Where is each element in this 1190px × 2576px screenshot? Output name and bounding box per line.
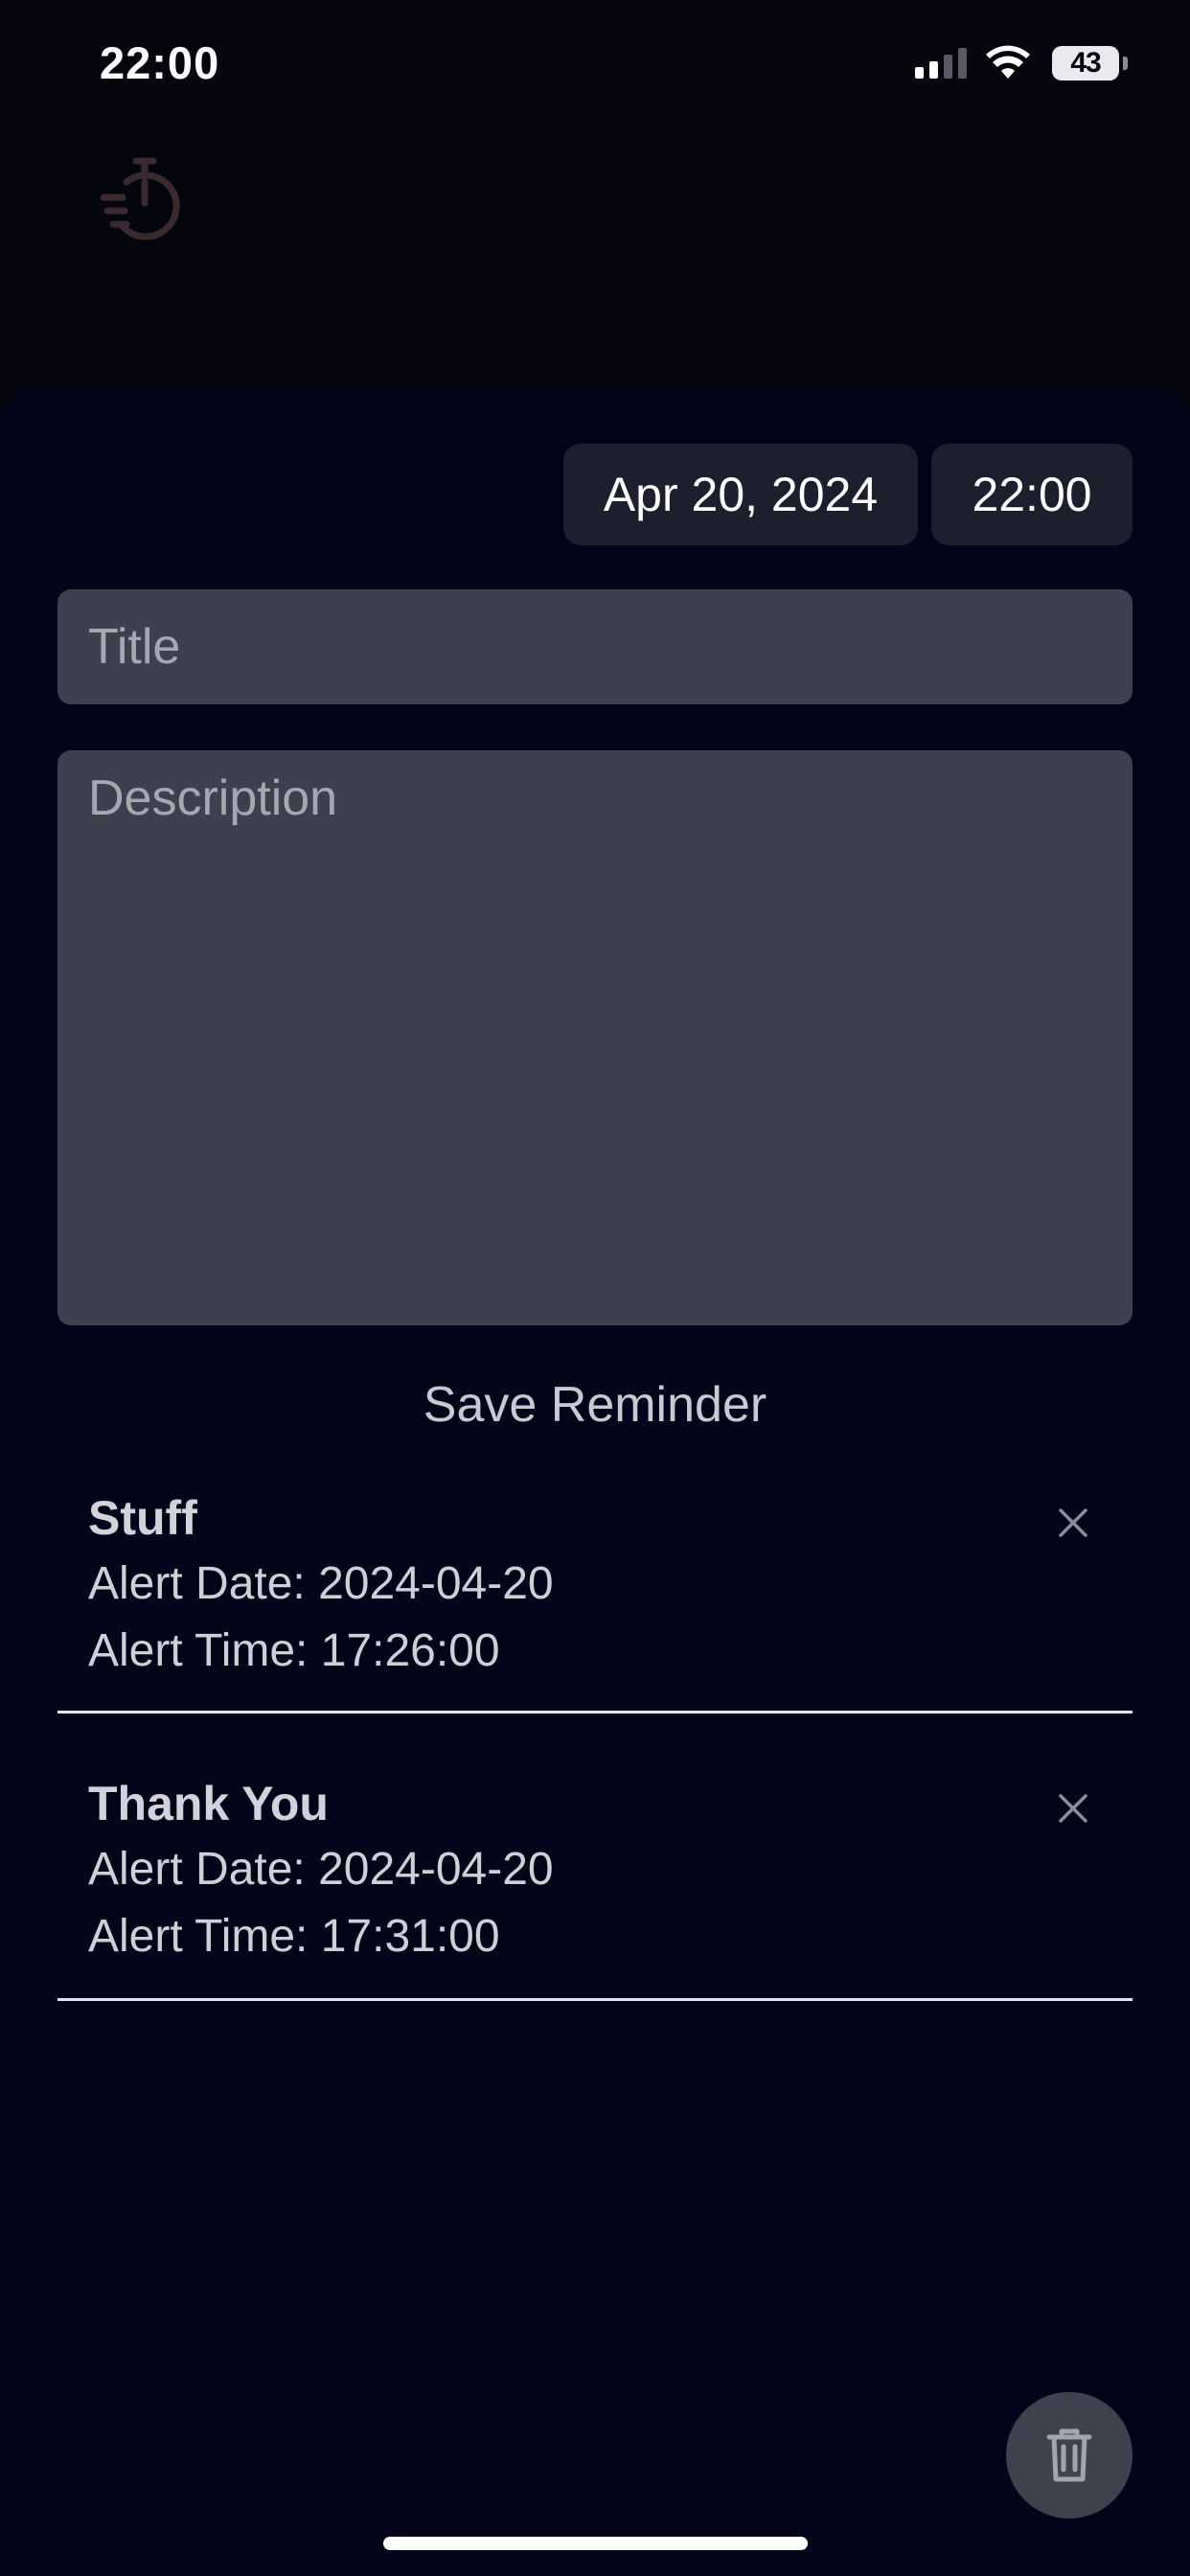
reminder-alert-date: Alert Date: 2024-04-20 bbox=[88, 1844, 554, 1895]
cellular-signal-icon bbox=[915, 48, 967, 79]
reminder-title: Thank You bbox=[88, 1777, 329, 1830]
battery-cap bbox=[1123, 57, 1128, 70]
reminder-title: Stuff bbox=[88, 1491, 197, 1545]
reminder-alert-time: Alert Time: 17:31:00 bbox=[88, 1911, 500, 1962]
title-input[interactable]: Title bbox=[57, 589, 1133, 704]
save-reminder-button[interactable]: Save Reminder bbox=[0, 1368, 1190, 1441]
time-picker-button[interactable]: 22:00 bbox=[931, 444, 1133, 545]
close-icon[interactable] bbox=[1056, 1506, 1090, 1540]
reminder-sheet bbox=[0, 387, 1190, 2576]
battery-level: 43 bbox=[1052, 46, 1119, 80]
trash-icon bbox=[1046, 2428, 1092, 2482]
home-indicator[interactable] bbox=[383, 2537, 808, 2550]
reminder-item: Stuff Alert Date: 2024-04-20 Alert Time:… bbox=[57, 1490, 1133, 1714]
date-picker-button[interactable]: Apr 20, 2024 bbox=[563, 444, 918, 545]
clear-all-button[interactable] bbox=[1006, 2392, 1133, 2518]
screen: 22:00 43 Apr 20, 2024 22:00 Title Descri… bbox=[0, 0, 1190, 2576]
reminder-alert-time: Alert Time: 17:26:00 bbox=[88, 1625, 500, 1676]
wifi-icon bbox=[986, 45, 1030, 79]
status-time: 22:00 bbox=[100, 37, 220, 88]
stopwatch-icon bbox=[100, 157, 180, 241]
reminder-item: Thank You Alert Date: 2024-04-20 Alert T… bbox=[57, 1776, 1133, 2001]
close-icon[interactable] bbox=[1056, 1791, 1090, 1826]
reminder-alert-date: Alert Date: 2024-04-20 bbox=[88, 1558, 554, 1609]
description-input[interactable]: Description bbox=[57, 750, 1133, 1325]
